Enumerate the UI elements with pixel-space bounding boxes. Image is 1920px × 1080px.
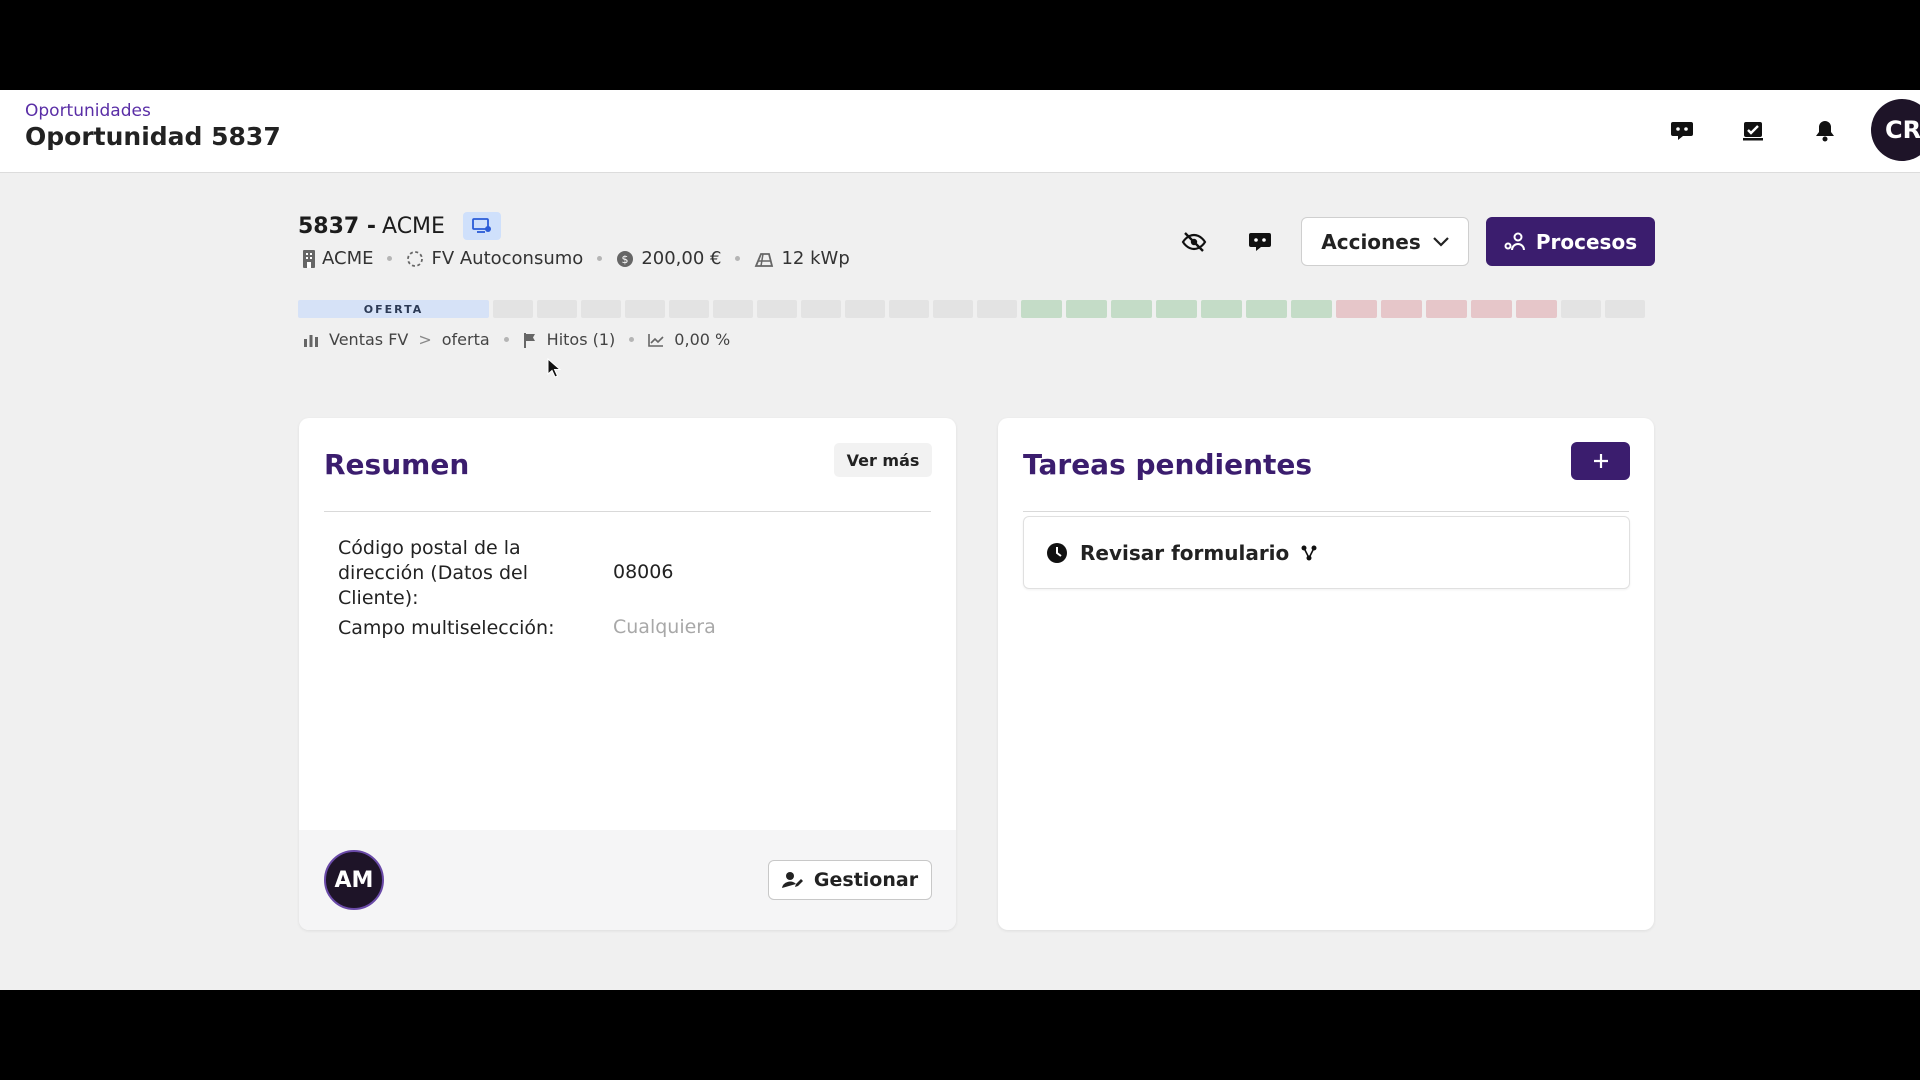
separator-dot — [629, 337, 635, 342]
stage-step[interactable] — [977, 300, 1017, 318]
field-label-multiselect: Campo multiselección: — [338, 617, 555, 639]
stage-step[interactable] — [757, 300, 797, 318]
actions-dropdown[interactable]: Acciones — [1301, 217, 1469, 266]
stage-step[interactable] — [1471, 300, 1512, 318]
meta-type: FV Autoconsumo — [406, 248, 583, 269]
breadcrumb[interactable]: Oportunidades — [25, 101, 151, 121]
pipeline-info: Ventas FV > oferta Hitos (1) 0,00 % — [303, 330, 730, 349]
stage-step[interactable] — [1516, 300, 1557, 318]
stage-step[interactable] — [1066, 300, 1107, 318]
app-screen: Oportunidades Oportunidad 5837 CR 5837 -… — [0, 90, 1920, 990]
stage-step[interactable] — [801, 300, 841, 318]
bell-icon[interactable] — [1808, 114, 1842, 148]
stage-step[interactable] — [1246, 300, 1287, 318]
summary-footer: AM Gestionar — [299, 830, 956, 930]
stage-step[interactable] — [1111, 300, 1152, 318]
breadcrumb-separator: > — [418, 330, 432, 349]
stage-step[interactable] — [669, 300, 709, 318]
pipeline-name[interactable]: Ventas FV — [329, 330, 408, 349]
flag-icon — [523, 332, 535, 348]
stage-current[interactable]: OFERTA — [298, 300, 489, 318]
stage-step[interactable] — [1291, 300, 1332, 318]
task-label: Revisar formulario — [1080, 540, 1290, 565]
chat-bot-icon[interactable] — [1240, 222, 1280, 262]
coin-icon: $ — [617, 250, 634, 267]
stage-progress-bar: OFERTA — [298, 300, 1656, 318]
task-check-icon[interactable] — [1736, 114, 1770, 148]
pipeline-stage[interactable]: oferta — [442, 330, 490, 349]
separator-dot — [735, 256, 741, 261]
stage-step[interactable] — [1336, 300, 1377, 318]
meta-type-text: FV Autoconsumo — [431, 248, 584, 269]
stage-step[interactable] — [493, 300, 533, 318]
milestones-link[interactable]: Hitos (1) — [547, 330, 616, 349]
assignee-avatar[interactable]: AM — [324, 850, 384, 910]
stage-step[interactable] — [933, 300, 973, 318]
stage-step[interactable] — [1201, 300, 1242, 318]
bar-chart-icon — [304, 334, 318, 347]
stage-step[interactable] — [713, 300, 753, 318]
processes-button[interactable]: Procesos — [1486, 217, 1655, 266]
chevron-down-icon — [1432, 236, 1449, 247]
manage-label: Gestionar — [813, 869, 919, 891]
stage-step[interactable] — [1381, 300, 1422, 318]
task-item[interactable]: Revisar formulario — [1023, 516, 1630, 589]
stage-step[interactable] — [1561, 300, 1601, 318]
separator-dot — [387, 256, 393, 261]
top-bar: Oportunidades Oportunidad 5837 CR — [0, 90, 1920, 173]
meta-power-text: 12 kWp — [781, 248, 850, 269]
stage-step[interactable] — [1156, 300, 1197, 318]
stage-step[interactable] — [581, 300, 621, 318]
opportunity-number: 5837 - — [298, 213, 377, 239]
actions-label: Acciones — [1321, 229, 1421, 254]
user-avatar[interactable]: CR — [1871, 99, 1920, 161]
meta-company: ACME — [303, 248, 373, 269]
svg-text:$: $ — [622, 253, 629, 266]
separator-dot — [597, 256, 603, 261]
stage-step[interactable] — [537, 300, 577, 318]
processes-label: Procesos — [1535, 229, 1638, 254]
summary-title: Resumen — [324, 448, 470, 481]
dashed-circle-icon — [407, 250, 424, 267]
workflow-icon — [1301, 545, 1317, 560]
meta-company-text: ACME — [322, 248, 374, 269]
field-value-multiselect[interactable]: Cualquiera — [613, 616, 716, 638]
opportunity-client: ACME — [382, 213, 445, 239]
chat-bot-icon[interactable] — [1665, 114, 1699, 148]
solar-panel-icon — [755, 252, 774, 267]
stage-step[interactable] — [845, 300, 885, 318]
separator-dot — [503, 337, 509, 342]
summary-card: Resumen Ver más Código postal de la dire… — [299, 418, 956, 930]
opportunity-meta: ACME FV Autoconsumo $ 200,00 € 12 kWp — [303, 248, 850, 269]
field-label-postal-code: Código postal de la dirección (Datos del… — [338, 537, 529, 609]
user-edit-icon — [781, 872, 803, 888]
process-user-icon — [1504, 232, 1525, 250]
trend-chart-icon — [648, 333, 664, 347]
hide-eye-icon[interactable] — [1174, 222, 1214, 262]
stage-step[interactable] — [1021, 300, 1062, 318]
page-title: Oportunidad 5837 — [25, 122, 281, 151]
stage-step[interactable] — [625, 300, 665, 318]
meta-amount: $ 200,00 € — [616, 248, 721, 269]
add-task-button[interactable] — [1571, 442, 1630, 480]
meta-amount-text: 200,00 € — [641, 248, 722, 269]
tasks-title: Tareas pendientes — [1023, 448, 1313, 481]
meta-power: 12 kWp — [754, 248, 850, 269]
clock-icon — [1047, 542, 1067, 563]
stage-step[interactable] — [1426, 300, 1467, 318]
opportunity-heading: 5837 - ACME — [298, 212, 501, 240]
field-value-postal-code: 08006 — [613, 561, 674, 583]
stage-step[interactable] — [1605, 300, 1645, 318]
divider — [324, 511, 931, 512]
monitor-badge-icon[interactable] — [462, 212, 501, 240]
stage-step[interactable] — [889, 300, 929, 318]
building-icon — [303, 249, 315, 268]
divider — [1023, 511, 1629, 512]
plus-icon — [1593, 454, 1608, 468]
see-more-button[interactable]: Ver más — [834, 443, 932, 477]
mouse-cursor-icon — [547, 358, 561, 378]
tasks-card: Tareas pendientes Revisar formulario — [998, 418, 1654, 930]
probability-percent: 0,00 % — [674, 330, 731, 349]
manage-button[interactable]: Gestionar — [768, 860, 932, 900]
